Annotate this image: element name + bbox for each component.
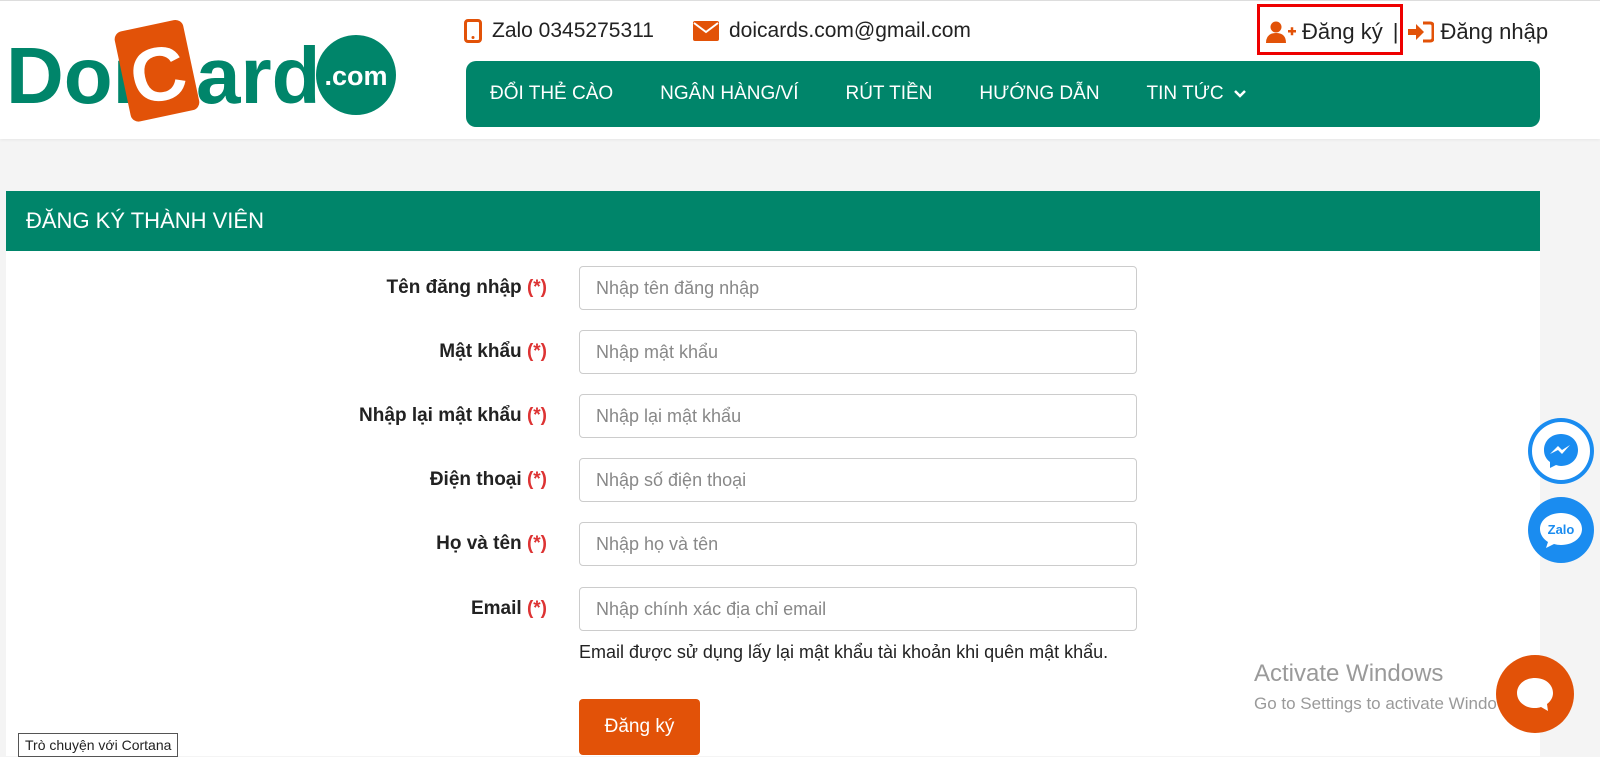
email-help-text: Email được sử dụng lấy lại mật khẩu tài … [579, 642, 1109, 662]
page-title: ĐĂNG KÝ THÀNH VIÊN [6, 191, 1540, 251]
nav-item-label: TIN TỨC [1146, 83, 1224, 104]
field-label: Mật khẩu (*) [439, 341, 547, 362]
doicards-logo[interactable]: Doi C ards .com [6, 13, 398, 123]
field-row-password: Mật khẩu (*) [6, 330, 1540, 374]
nav-item-doi-the-cao[interactable]: ĐỔI THẺ CÀO [490, 83, 613, 105]
mobile-phone-icon [464, 19, 482, 43]
cortana-tooltip: Trò chuyện với Cortana [18, 733, 179, 757]
zalo-icon: Zalo [1540, 513, 1582, 548]
contact-email[interactable]: doicards.com@gmail.com [693, 19, 971, 43]
activate-windows-watermark: Activate Windows Go to Settings to activ… [1254, 660, 1522, 714]
nav-item-huong-dan[interactable]: HƯỚNG DẪN [979, 83, 1099, 105]
login-link-label: Đăng nhập [1440, 19, 1549, 44]
field-row-username: Tên đăng nhập (*) [6, 266, 1540, 310]
contact-phone[interactable]: Zalo 0345275311 [464, 19, 654, 43]
login-link[interactable]: Đăng nhập [1408, 19, 1548, 45]
svg-text:Doi: Doi [6, 31, 135, 120]
field-row-fullname: Họ và tên (*) [6, 522, 1540, 566]
chat-bubble-icon [1517, 678, 1553, 711]
field-label: Điện thoại (*) [429, 469, 547, 490]
email-input[interactable] [579, 587, 1137, 631]
confirm-password-input[interactable] [579, 394, 1137, 438]
svg-text:.com: .com [324, 61, 387, 91]
field-label: Tên đăng nhập (*) [386, 277, 547, 298]
site-header: Doi C ards .com Zalo 0345275311 doicards… [0, 0, 1600, 139]
nav-item-label: HƯỚNG DẪN [979, 83, 1100, 104]
field-label: Email (*) [470, 598, 547, 619]
user-plus-icon [1266, 21, 1296, 43]
nav-item-label: RÚT TIỀN [845, 83, 933, 104]
nav-item-tin-tuc[interactable]: TIN TỨC [1147, 83, 1246, 105]
field-label: Họ và tên (*) [436, 533, 547, 554]
register-submit-button[interactable]: Đăng ký [579, 699, 700, 755]
password-input[interactable] [579, 330, 1137, 374]
fullname-input[interactable] [579, 522, 1137, 566]
messenger-button[interactable] [1528, 418, 1594, 484]
main-nav: ĐỔI THẺ CÀO NGÂN HÀNG/VÍ RÚT TIỀN HƯỚNG … [466, 61, 1540, 127]
phone-input[interactable] [579, 458, 1137, 502]
username-input[interactable] [579, 266, 1137, 310]
field-row-confirm-password: Nhập lại mật khẩu (*) [6, 394, 1540, 438]
chevron-down-icon [1233, 90, 1246, 98]
watermark-subtitle: Go to Settings to activate Windows. [1254, 694, 1523, 713]
nav-item-label: NGÂN HÀNG/VÍ [660, 83, 799, 104]
register-link[interactable]: Đăng ký [1266, 19, 1383, 45]
sign-in-icon [1408, 21, 1435, 43]
nav-item-label: ĐỔI THẺ CÀO [490, 83, 614, 104]
watermark-title: Activate Windows [1254, 660, 1444, 687]
field-row-email: Email (*) [6, 587, 1540, 631]
zalo-button[interactable]: Zalo [1528, 497, 1594, 563]
envelope-icon [693, 21, 719, 41]
messenger-icon [1544, 434, 1578, 468]
auth-links: Đăng ký | Đăng nhập [1266, 19, 1548, 45]
nav-item-rut-tien[interactable]: RÚT TIỀN [845, 83, 932, 105]
svg-text:Zalo: Zalo [1548, 522, 1575, 537]
contact-email-text: doicards.com@gmail.com [729, 19, 971, 42]
auth-separator: | [1392, 19, 1399, 44]
register-link-label: Đăng ký [1302, 19, 1383, 44]
field-row-phone: Điện thoại (*) [6, 458, 1540, 502]
chat-button[interactable] [1496, 655, 1574, 733]
field-label: Nhập lại mật khẩu (*) [359, 405, 547, 426]
contact-phone-text: Zalo 0345275311 [492, 19, 654, 42]
nav-item-ngan-hang-vi[interactable]: NGÂN HÀNG/VÍ [660, 83, 798, 105]
